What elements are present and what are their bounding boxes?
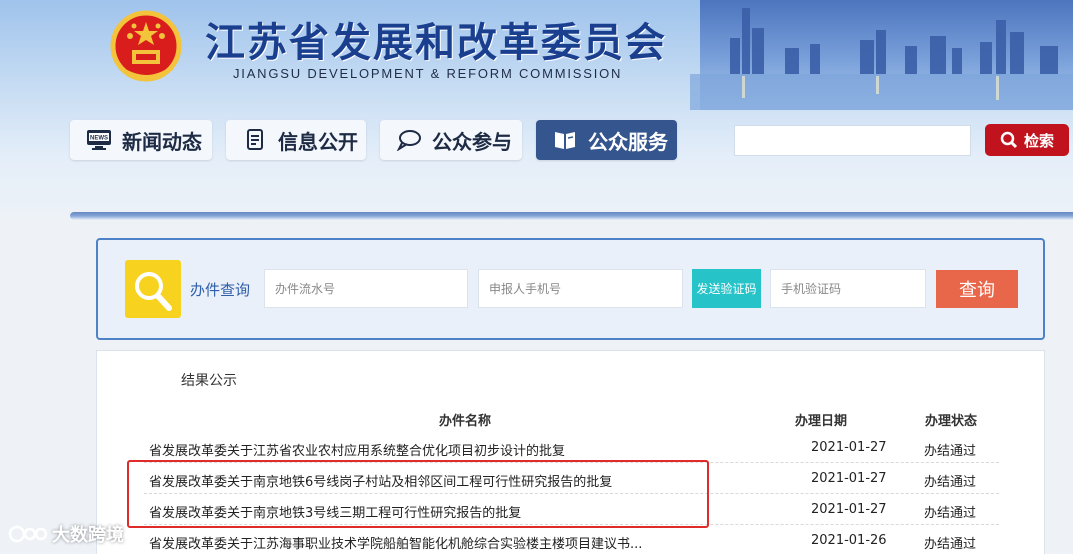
nav-info-disclosure[interactable]: 信息公开 xyxy=(226,120,366,160)
row-date: 2021-01-27 xyxy=(811,471,887,486)
nav-public-participation[interactable]: 公众参与 xyxy=(380,120,522,160)
site-subtitle: JIANGSU DEVELOPMENT & REFORM COMMISSION xyxy=(233,66,623,81)
watermark-logo-icon xyxy=(8,525,48,543)
row-status: 办结通过 xyxy=(924,444,977,459)
nav-public-service-label: 公众服务 xyxy=(588,129,668,154)
send-code-button[interactable]: 发送验证码 xyxy=(692,269,761,308)
book-icon xyxy=(555,132,575,149)
document-icon xyxy=(247,129,263,150)
watermark: 大数跨境 xyxy=(8,521,124,547)
row-date: 2021-01-27 xyxy=(811,440,887,455)
city-skyline-image xyxy=(690,8,1073,110)
case-query-panel: 办件查询 办件流水号 申报人手机号 发送验证码 手机验证码 查询 xyxy=(96,238,1045,340)
nav-public-service[interactable]: 公众服务 xyxy=(536,120,677,160)
row-status: 办结通过 xyxy=(924,506,977,521)
site-search-input[interactable] xyxy=(734,125,971,156)
column-header-name: 办件名称 xyxy=(439,414,492,429)
applicant-phone-input[interactable]: 申报人手机号 xyxy=(478,269,683,308)
watermark-text: 大数跨境 xyxy=(52,525,124,546)
chat-bubble-icon xyxy=(396,130,421,151)
row-status: 办结通过 xyxy=(924,475,977,490)
serial-number-input[interactable]: 办件流水号 xyxy=(264,269,468,308)
results-title: 结果公示 xyxy=(181,373,237,389)
row-title-link[interactable]: 省发展改革委关于江苏海事职业技术学院船舶智能化机舱综合实验楼主楼项目建议书... xyxy=(149,533,642,552)
verification-code-input[interactable]: 手机验证码 xyxy=(770,269,926,308)
nav-news-label: 新闻动态 xyxy=(122,129,202,154)
column-header-date: 办理日期 xyxy=(795,414,848,429)
nav-public-participation-label: 公众参与 xyxy=(432,129,512,154)
query-submit-button[interactable]: 查询 xyxy=(936,270,1018,308)
row-title-link[interactable]: 省发展改革委关于江苏省农业农村应用系统整合优化项目初步设计的批复 xyxy=(149,440,565,459)
table-row: 省发展改革委关于江苏海事职业技术学院船舶智能化机舱综合实验楼主楼项目建议书...… xyxy=(144,526,999,554)
header-divider xyxy=(70,212,1073,220)
row-status: 办结通过 xyxy=(924,537,977,552)
highlight-annotation-box xyxy=(127,460,709,528)
site-search-button-label: 检索 xyxy=(1023,131,1054,150)
nav-info-disclosure-label: 信息公开 xyxy=(278,129,358,154)
svg-text:NEWS: NEWS xyxy=(90,136,108,142)
row-date: 2021-01-26 xyxy=(811,533,887,548)
case-query-label: 办件查询 xyxy=(190,281,251,299)
column-header-status: 办理状态 xyxy=(925,414,978,429)
site-search-button[interactable]: 检索 xyxy=(985,124,1069,156)
query-magnifier-icon xyxy=(125,260,181,318)
table-row: 省发展改革委关于江苏省农业农村应用系统整合优化项目初步设计的批复 2021-01… xyxy=(144,433,999,463)
national-emblem-icon xyxy=(110,10,182,82)
site-title: 江苏省发展和改革委员会 xyxy=(205,20,667,66)
nav-news[interactable]: NEWS 新闻动态 xyxy=(70,120,212,160)
row-date: 2021-01-27 xyxy=(811,502,887,517)
search-icon xyxy=(1000,131,1018,149)
news-icon: NEWS xyxy=(87,130,111,150)
site-header: 江苏省发展和改革委员会 JIANGSU DEVELOPMENT & REFORM… xyxy=(0,0,1073,225)
